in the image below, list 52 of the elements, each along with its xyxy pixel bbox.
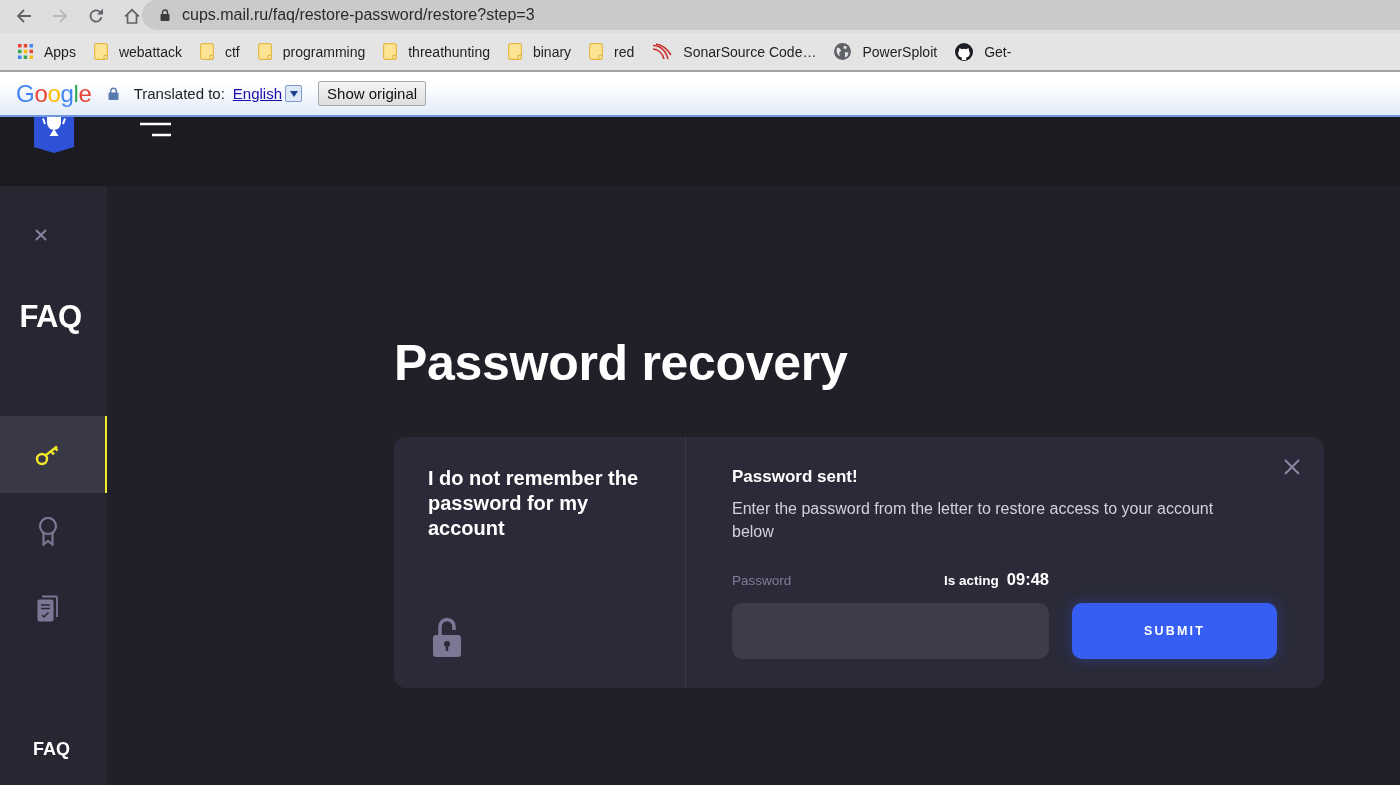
sidebar-item[interactable] xyxy=(0,416,107,493)
folder-icon xyxy=(199,43,214,60)
folder-icon xyxy=(93,43,108,60)
bookmark-link[interactable]: PowerSploit xyxy=(825,37,947,66)
unlocked-padlock-icon xyxy=(433,617,461,657)
cat-logo-icon xyxy=(955,42,974,61)
apps-grid-icon xyxy=(18,44,33,59)
google-logo: Google xyxy=(16,79,92,108)
menu-icon[interactable] xyxy=(140,122,171,138)
lock-icon[interactable] xyxy=(160,9,170,21)
shield-trophy-logo-icon[interactable] xyxy=(34,117,74,153)
folder-icon xyxy=(383,43,398,60)
home-icon[interactable] xyxy=(124,7,140,24)
bookmark-link[interactable]: Get- xyxy=(946,37,1021,66)
page-title: Password recovery xyxy=(394,334,849,393)
url-text: cups.mail.ru/faq/restore-password/restore?step=3 xyxy=(182,6,535,24)
caret-icon xyxy=(289,90,298,97)
bookmark-link[interactable]: Apps xyxy=(9,37,85,66)
bookmark-link[interactable]: ctf xyxy=(190,37,249,66)
back-arrow-icon[interactable] xyxy=(16,7,32,24)
translated-label: Translated to: xyxy=(133,85,225,102)
bookmark-link[interactable]: SonarSource Code… xyxy=(643,37,826,66)
folder-icon xyxy=(589,43,604,60)
bookmark-link[interactable]: threathunting xyxy=(374,37,499,66)
reload-icon[interactable] xyxy=(88,7,104,24)
message-title: Password sent! xyxy=(732,466,859,488)
timer-label: Is acting xyxy=(944,573,999,588)
award-ribbon-icon xyxy=(37,517,58,546)
address-bar[interactable]: cups.mail.ru/faq/restore-password/restore?step=3 xyxy=(142,0,1400,30)
show-original-button[interactable]: Show original xyxy=(318,81,427,106)
bookmark-link[interactable]: red xyxy=(580,37,644,66)
bookmark-link[interactable]: programming xyxy=(248,37,375,66)
language-menu-button[interactable] xyxy=(285,85,303,102)
option-title: I do not remember the password for my account xyxy=(428,466,640,541)
globe-icon xyxy=(834,43,852,60)
lock-icon xyxy=(107,87,119,100)
key-icon xyxy=(34,443,61,466)
timer-value: 09:48 xyxy=(1006,570,1049,589)
language-link[interactable]: English xyxy=(232,85,283,102)
sidebar-title: FAQ xyxy=(19,299,83,335)
document-check-icon xyxy=(37,595,58,622)
faq-link[interactable]: FAQ xyxy=(33,738,74,760)
close-icon[interactable] xyxy=(35,229,47,241)
arcs-icon xyxy=(652,43,673,60)
field-label: Password xyxy=(732,573,792,588)
submit-button[interactable]: SUBMIT xyxy=(1072,603,1277,659)
folder-icon xyxy=(507,43,522,60)
close-icon[interactable] xyxy=(1284,459,1300,475)
bookmark-link[interactable]: binary xyxy=(498,37,581,66)
message-text: Enter the password from the letter to restore access to your account below xyxy=(732,499,1215,542)
folder-icon xyxy=(257,43,272,60)
bookmark-link[interactable]: webattack xyxy=(84,37,191,66)
